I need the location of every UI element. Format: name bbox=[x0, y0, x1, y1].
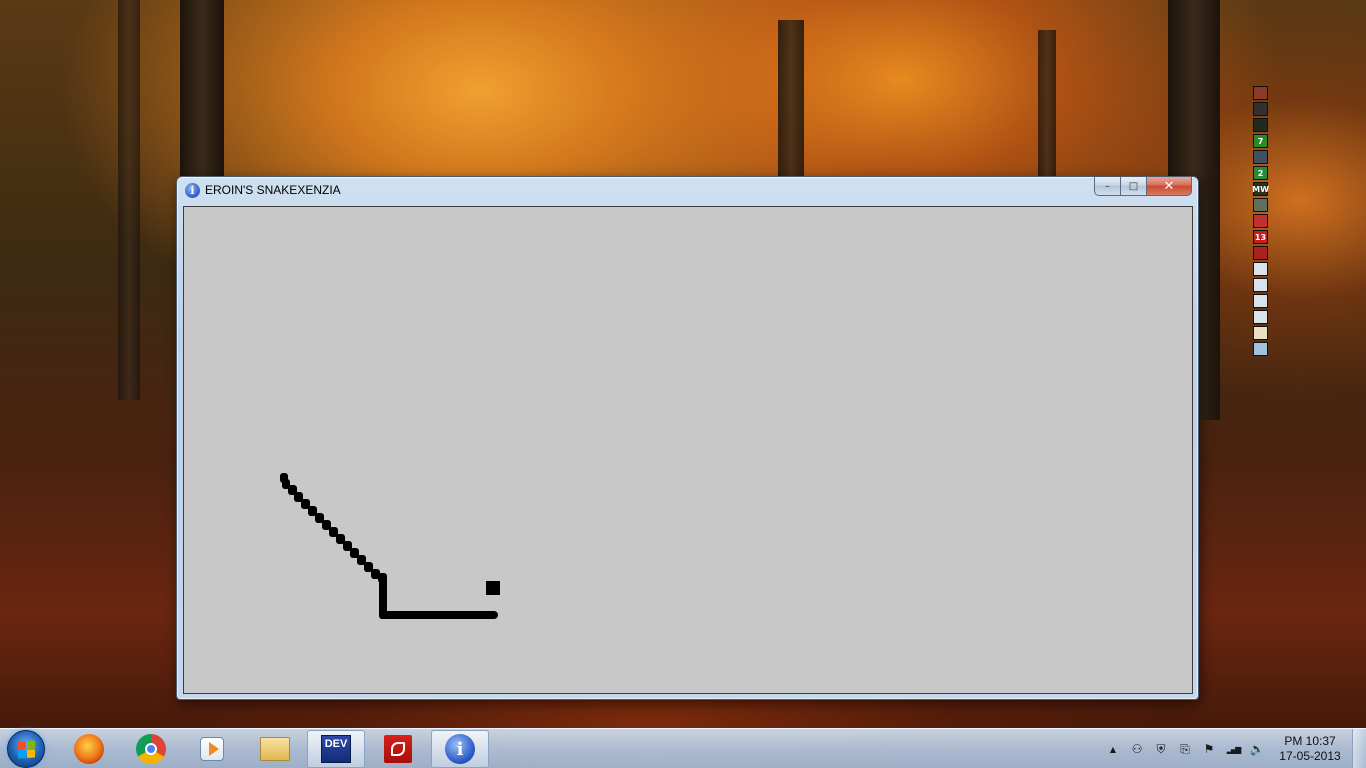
game-board bbox=[280, 473, 500, 619]
taskbar-chrome[interactable] bbox=[122, 730, 180, 768]
wallpaper-trunk bbox=[778, 20, 804, 180]
antivirus-shield-icon[interactable]: ⛨ bbox=[1152, 741, 1170, 757]
game-icon-11[interactable] bbox=[1253, 246, 1268, 260]
taskbar-info-app[interactable]: i bbox=[431, 730, 489, 768]
network-user-icon[interactable]: ⚇ bbox=[1128, 741, 1146, 757]
shortcut-icon[interactable] bbox=[1253, 326, 1268, 340]
game-icon-1[interactable] bbox=[1253, 86, 1268, 100]
usb-device-icon[interactable]: ⎘ bbox=[1176, 741, 1194, 757]
game-icon-7[interactable]: MW bbox=[1252, 182, 1269, 196]
minimize-button[interactable]: – bbox=[1094, 177, 1121, 196]
window-title: EROIN'S SNAKEXENZIA bbox=[205, 183, 341, 197]
info-app-icon: i bbox=[445, 734, 475, 764]
caption-buttons: – □ ✕ bbox=[1094, 177, 1192, 196]
file-explorer-icon bbox=[260, 737, 290, 761]
game-icon-4[interactable]: 7 bbox=[1253, 134, 1268, 148]
game-icon-2[interactable] bbox=[1253, 102, 1268, 116]
game-icon-5[interactable] bbox=[1253, 150, 1268, 164]
game-canvas[interactable] bbox=[183, 206, 1193, 694]
volume-icon[interactable]: 🔈 bbox=[1248, 741, 1266, 757]
clock-date: 17-05-2013 bbox=[1279, 749, 1341, 763]
game-icon-3[interactable] bbox=[1253, 118, 1268, 132]
file-icon-3[interactable] bbox=[1253, 294, 1268, 308]
adobe-reader-icon bbox=[384, 735, 412, 763]
snake-body bbox=[280, 473, 498, 619]
file-icon-4[interactable] bbox=[1253, 310, 1268, 324]
food-pellet bbox=[486, 581, 500, 595]
start-button[interactable] bbox=[7, 730, 45, 768]
taskbar-firefox[interactable] bbox=[60, 730, 118, 768]
taskbar-file-explorer[interactable] bbox=[246, 730, 304, 768]
close-button[interactable]: ✕ bbox=[1147, 177, 1192, 196]
desktop-icon-strip: 7 2 MW 13 bbox=[1252, 86, 1270, 358]
file-icon-1[interactable] bbox=[1253, 262, 1268, 276]
windows-flag-icon bbox=[18, 740, 35, 759]
wallpaper-trunk bbox=[1038, 30, 1056, 180]
game-icon-6[interactable]: 2 bbox=[1253, 166, 1268, 180]
taskbar-media-player[interactable] bbox=[183, 730, 241, 768]
devcpp-icon: DEV bbox=[321, 735, 351, 763]
title-bar[interactable]: i EROIN'S SNAKEXENZIA – □ ✕ bbox=[177, 177, 1198, 205]
snake-segment bbox=[379, 611, 498, 619]
game-icon-9[interactable] bbox=[1253, 214, 1268, 228]
show-hidden-icons-icon[interactable]: ▲ bbox=[1104, 741, 1122, 757]
info-icon[interactable]: i bbox=[185, 183, 200, 198]
file-icon-2[interactable] bbox=[1253, 278, 1268, 292]
game-icon-10[interactable]: 13 bbox=[1253, 230, 1268, 244]
taskbar-adobe-reader[interactable] bbox=[369, 730, 427, 768]
system-tray: ▲ ⚇ ⛨ ⎘ ⚑ ▂▄▆ 🔈 bbox=[1104, 729, 1266, 768]
maximize-button[interactable]: □ bbox=[1121, 177, 1147, 196]
snake-game-window[interactable]: i EROIN'S SNAKEXENZIA – □ ✕ bbox=[176, 176, 1199, 700]
game-icon-8[interactable] bbox=[1253, 198, 1268, 212]
firefox-icon bbox=[74, 734, 104, 764]
show-desktop-button[interactable] bbox=[1352, 729, 1366, 768]
taskbar-devcpp[interactable]: DEV bbox=[307, 730, 365, 768]
action-center-flag-icon[interactable]: ⚑ bbox=[1200, 741, 1218, 757]
clock-time: PM 10:37 bbox=[1284, 734, 1336, 748]
system-clock[interactable]: PM 10:37 17-05-2013 bbox=[1272, 734, 1348, 764]
media-player-icon bbox=[200, 737, 224, 761]
wallpaper-trunk bbox=[118, 0, 140, 400]
taskbar: DEV i ▲ ⚇ ⛨ ⎘ ⚑ ▂▄▆ 🔈 PM 10:37 17-05-2013 bbox=[0, 728, 1366, 768]
signal-bars-icon[interactable]: ▂▄▆ bbox=[1224, 741, 1242, 757]
chrome-icon bbox=[136, 734, 166, 764]
recycle-bin-icon[interactable] bbox=[1253, 342, 1268, 356]
